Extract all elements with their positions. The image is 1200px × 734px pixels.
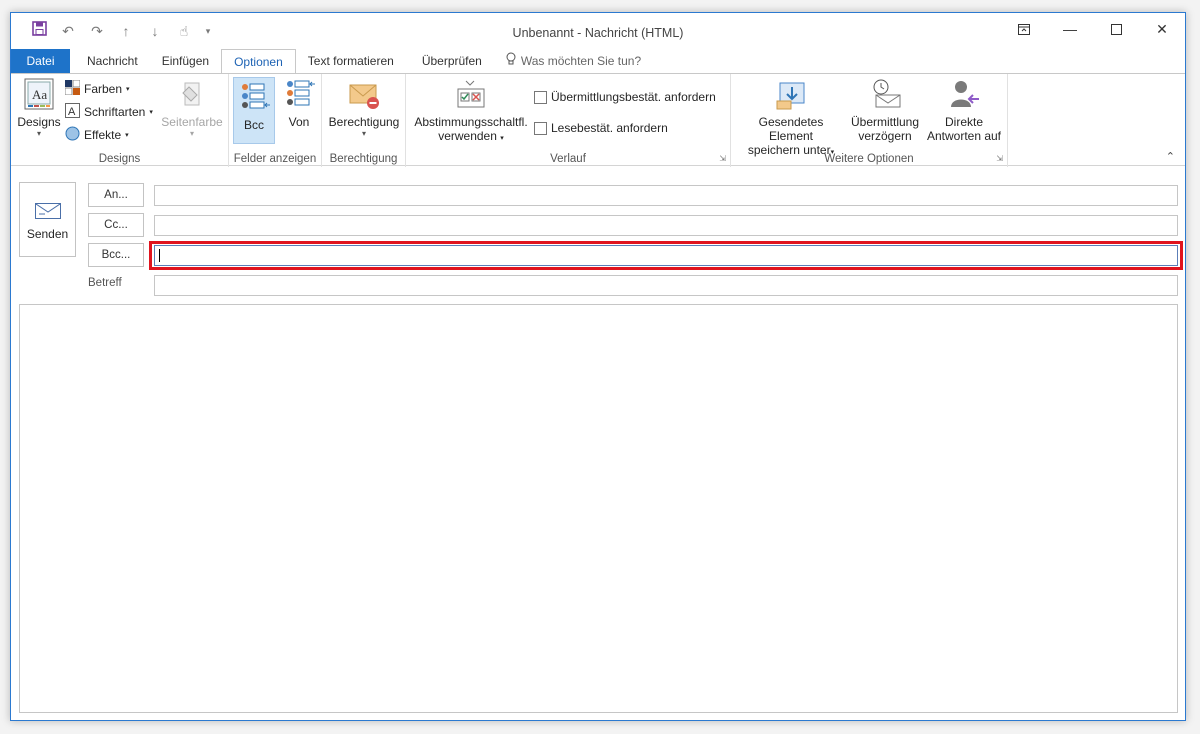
close-icon[interactable]: ✕ <box>1139 13 1185 45</box>
colors-icon <box>64 79 81 98</box>
designs-label: Designs <box>17 115 61 129</box>
effekte-button[interactable]: Effekte ▾ <box>65 124 129 146</box>
message-body[interactable] <box>19 304 1178 713</box>
chevron-down-icon: ▾ <box>149 109 153 116</box>
dialog-launcher-icon[interactable]: ⇲ <box>996 154 1003 163</box>
voting-buttons-icon <box>454 77 488 111</box>
chevron-down-icon: ▾ <box>36 129 41 138</box>
schriftarten-label: Schriftarten <box>84 105 146 119</box>
group-label-berechtigung: Berechtigung <box>329 153 398 165</box>
ribbon-display-options-icon[interactable] <box>1001 13 1047 45</box>
group-label-verlauf: Verlauf <box>550 153 586 165</box>
permission-envelope-icon <box>347 77 381 111</box>
von-label: Von <box>288 115 310 129</box>
seitenfarbe-button[interactable]: Seitenfarbe ▾ <box>159 77 225 138</box>
chevron-down-icon: ▾ <box>500 135 504 142</box>
bcc-toggle-button[interactable]: Bcc <box>233 77 275 144</box>
uebermittlungsbestaetigung-checkbox[interactable]: Übermittlungsbestät. anfordern <box>534 86 716 108</box>
chevron-down-icon: ▾ <box>125 132 129 139</box>
schriftarten-button[interactable]: A Schriftarten ▾ <box>65 101 153 123</box>
direkte-label-line2: Antworten auf <box>926 129 1002 143</box>
ribbon-tabs: Datei Nachricht Einfügen Optionen Text f… <box>11 49 1185 74</box>
cc-button[interactable]: Cc... <box>88 213 144 237</box>
bcc-fields-icon <box>237 80 271 114</box>
send-button[interactable]: Senden <box>19 182 76 257</box>
tab-text-formatieren[interactable]: Text formatieren <box>296 49 406 73</box>
farben-label: Farben <box>84 82 123 96</box>
message-window: ↶ ↷ ↑ ↓ ☝ ▾ Unbenannt - Nachricht (HTML)… <box>10 12 1186 721</box>
lesebestaetigung-label: Lesebestät. anfordern <box>551 121 668 135</box>
subject-field[interactable] <box>154 275 1178 296</box>
bcc-field-highlight <box>149 241 1183 270</box>
chevron-down-icon: ▾ <box>189 129 194 138</box>
group-label-felder-anzeigen: Felder anzeigen <box>233 153 317 165</box>
group-weitere-optionen: Gesendetes Element speichern unter▾ Über… <box>731 74 1008 167</box>
direkte-antworten-button[interactable]: Direkte Antworten auf <box>925 77 1003 143</box>
ribbon: Aa Designs ▾ Farben ▾ A Schriftarten ▾ E… <box>11 73 1185 167</box>
svg-text:A: A <box>68 106 76 118</box>
svg-text:Aa: Aa <box>32 87 47 102</box>
gesendetes-label-line1: Gesendetes Element <box>758 115 824 143</box>
berechtigung-button[interactable]: Berechtigung ▾ <box>326 77 402 138</box>
bcc-label: Bcc <box>243 118 264 132</box>
checkbox-box[interactable] <box>534 121 547 135</box>
tell-me-label: Was möchten Sie tun? <box>520 54 642 68</box>
lesebestaetigung-checkbox[interactable]: Lesebestät. anfordern <box>534 117 668 139</box>
window-controls: — ✕ <box>1001 13 1185 45</box>
von-toggle-button[interactable]: Von <box>279 77 319 129</box>
direct-replies-icon <box>947 77 981 111</box>
verzoegern-label-line1: Übermittlung <box>850 115 920 129</box>
bcc-button[interactable]: Bcc... <box>88 243 144 267</box>
gesendetes-element-button[interactable]: Gesendetes Element speichern unter▾ <box>735 77 847 157</box>
group-felder-anzeigen: Bcc Von Felder anzeigen <box>229 74 322 167</box>
maximize-icon[interactable] <box>1093 13 1139 45</box>
tab-optionen[interactable]: Optionen <box>221 49 296 74</box>
effekte-label: Effekte <box>84 128 122 142</box>
dialog-launcher-icon[interactable]: ⇲ <box>719 154 726 163</box>
save-sent-item-icon <box>774 77 808 111</box>
tell-me-box[interactable]: Was möchten Sie tun? <box>494 49 653 73</box>
direkte-label-line1: Direkte <box>944 115 983 129</box>
fonts-icon: A <box>65 103 80 121</box>
designs-button[interactable]: Aa Designs ▾ <box>16 77 62 138</box>
to-field[interactable] <box>154 185 1178 206</box>
tab-datei[interactable]: Datei <box>11 49 70 73</box>
collapse-ribbon-icon[interactable]: ⌃ <box>1166 150 1175 163</box>
subject-label: Betreff <box>88 277 122 289</box>
abstimmung-label-line2-text: verwenden <box>438 129 497 143</box>
tab-ueberpruefen[interactable]: Überprüfen <box>406 49 494 73</box>
tab-nachricht[interactable]: Nachricht <box>70 49 150 73</box>
to-button[interactable]: An... <box>88 183 144 207</box>
berechtigung-label: Berechtigung <box>328 115 400 129</box>
abstimmung-button[interactable]: Abstimmungsschaltfl. verwenden ▾ <box>412 77 530 143</box>
group-label-designs: Designs <box>98 153 141 165</box>
abstimmung-label-line1: Abstimmungsschaltfl. <box>414 115 528 129</box>
verzoegern-label-line2: verzögern <box>858 129 912 143</box>
abstimmung-label-line2: verwenden ▾ <box>412 129 530 143</box>
effects-icon <box>65 126 80 144</box>
page-color-icon <box>175 77 209 111</box>
uebermittlung-verzoegern-button[interactable]: Übermittlung verzögern <box>847 77 923 143</box>
send-envelope-icon <box>34 203 61 219</box>
checkbox-box[interactable] <box>534 90 547 104</box>
group-designs: Aa Designs ▾ Farben ▾ A Schriftarten ▾ E… <box>11 74 229 167</box>
chevron-down-icon: ▾ <box>361 129 366 138</box>
tab-einfuegen[interactable]: Einfügen <box>150 49 221 73</box>
cc-field[interactable] <box>154 215 1178 236</box>
from-field-icon <box>282 77 316 111</box>
seitenfarbe-label: Seitenfarbe <box>161 115 223 129</box>
delay-delivery-icon <box>868 77 902 111</box>
lightbulb-icon <box>506 49 516 73</box>
send-label: Senden <box>26 227 69 241</box>
uebermittlungsbestaetigung-label: Übermittlungsbestät. anfordern <box>551 90 716 104</box>
group-verlauf: Abstimmungsschaltfl. verwenden ▾ Übermit… <box>406 74 731 167</box>
title-bar: ↶ ↷ ↑ ↓ ☝ ▾ Unbenannt - Nachricht (HTML)… <box>11 13 1185 49</box>
group-label-weitere-optionen: Weitere Optionen <box>824 153 914 165</box>
farben-button[interactable]: Farben ▾ <box>64 78 130 100</box>
designs-icon: Aa <box>22 77 56 111</box>
chevron-down-icon: ▾ <box>126 86 130 93</box>
group-berechtigung: Berechtigung ▾ Berechtigung <box>322 74 406 167</box>
minimize-icon[interactable]: — <box>1047 13 1093 45</box>
